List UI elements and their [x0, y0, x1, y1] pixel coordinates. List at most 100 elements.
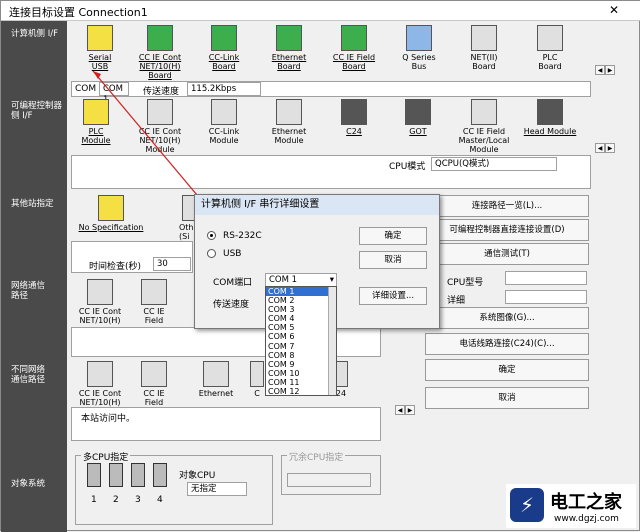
plc-scroll-left-icon[interactable]: ◀: [595, 143, 605, 153]
usb-radio[interactable]: [207, 249, 216, 258]
com-port-select[interactable]: COM 1 ▾: [265, 273, 337, 287]
close-icon[interactable]: ✕: [597, 1, 631, 19]
com-option[interactable]: COM 12: [266, 387, 336, 396]
cpu-2-icon[interactable]: [109, 463, 123, 487]
brand-logo-icon: ⚡: [510, 488, 544, 522]
net-cc-ie-field-icon: [141, 279, 167, 305]
device-cc-link-board[interactable]: CC-Link Board: [195, 25, 253, 71]
ok-button[interactable]: 确定: [425, 359, 589, 381]
device-c24[interactable]: C24: [325, 99, 383, 136]
diff-scroll-right-icon[interactable]: ▶: [405, 405, 415, 415]
brand-url: www.dgzj.com: [554, 514, 619, 524]
com-option[interactable]: COM 6: [266, 332, 336, 341]
diff-cc-ie-cont-icon: [87, 361, 113, 387]
device-net-cc-ie-field[interactable]: CC IE Field: [125, 279, 183, 325]
device-net-cc-ie-cont[interactable]: CC IE Cont NET/10(H): [71, 279, 129, 325]
net-ii-board-icon: [471, 25, 497, 51]
cpu-4-icon[interactable]: [153, 463, 167, 487]
detail-label: 详细: [447, 296, 466, 306]
cc-ie-field-master-icon: [471, 99, 497, 125]
comm-test-button[interactable]: 通信测试(T): [425, 243, 589, 265]
pc-port-label: COM: [75, 84, 97, 94]
diff-cc-ie-field-icon: [141, 361, 167, 387]
redundant-select: [287, 473, 371, 487]
cancel-button[interactable]: 取消: [425, 387, 589, 409]
device-net-ii-board[interactable]: NET(II) Board: [455, 25, 513, 71]
device-plc-board[interactable]: PLC Board: [521, 25, 579, 71]
pc-scroll-left-icon[interactable]: ◀: [595, 65, 605, 75]
cc-link-board-icon: [211, 25, 237, 51]
plc-board-icon: [537, 25, 563, 51]
com-option[interactable]: COM 8: [266, 351, 336, 360]
cpu-mode-value[interactable]: QCPU(Q模式): [431, 157, 557, 171]
cpu-3-label: 3: [135, 495, 141, 505]
com-option[interactable]: COM 1: [266, 287, 336, 297]
pc-speed-value: 115.2Kbps: [187, 82, 261, 96]
dialog-cancel-button[interactable]: 取消: [359, 251, 427, 269]
timeout-input[interactable]: 30: [153, 257, 191, 271]
device-serial-usb[interactable]: Serial USB: [71, 25, 129, 71]
dialog-ok-button[interactable]: 确定: [359, 227, 427, 245]
dropdown-scrollbar[interactable]: [328, 287, 336, 395]
com-option[interactable]: COM 5: [266, 323, 336, 332]
device-no-specification[interactable]: No Specification: [71, 195, 151, 232]
device-q-series-bus[interactable]: Q Series Bus: [390, 25, 448, 71]
com-option[interactable]: COM 7: [266, 342, 336, 351]
plc-device-row: PLC Module CC IE Cont NET/10(H) Module C…: [71, 99, 591, 155]
detail-field: [505, 290, 587, 304]
left-nav: 计算机侧 I/F 可编程控制器侧 I/F 其他站指定 网络通信路径 不同网络通信…: [1, 21, 67, 532]
com-option[interactable]: COM 10: [266, 369, 336, 378]
device-diff-c[interactable]: C: [247, 361, 267, 398]
device-cc-ie-field-master[interactable]: CC IE Field Master/Local Module: [455, 99, 513, 154]
cpu-4-label: 4: [157, 495, 163, 505]
status-text: 本站访问中。: [81, 414, 136, 424]
device-cc-ie-field-board[interactable]: CC IE Field Board: [325, 25, 383, 71]
q-series-bus-icon: [406, 25, 432, 51]
com-option[interactable]: COM 9: [266, 360, 336, 369]
device-cc-ie-cont-board[interactable]: CC IE Cont NET/10(H) Board: [131, 25, 189, 80]
cc-link-module-icon: [211, 99, 237, 125]
window-title: 连接目标设置 Connection1: [9, 6, 148, 19]
nav-target-system: 对象系统: [11, 479, 46, 489]
timeout-label: 时间检查(秒): [89, 262, 142, 272]
phone-line-button[interactable]: 电话线路连接(C24)(C)...: [425, 333, 589, 355]
dialog-title: 计算机侧 I/F 串行详细设置: [195, 195, 439, 215]
serial-usb-icon: [87, 25, 113, 51]
target-cpu-label: 对象CPU: [179, 471, 216, 481]
com-option[interactable]: COM 2: [266, 296, 336, 305]
com-option[interactable]: COM 4: [266, 314, 336, 323]
detail-settings-button[interactable]: 详细设置...: [359, 287, 427, 305]
com-port-label: COM端口: [213, 278, 253, 288]
system-image-button[interactable]: 系统图像(G)...: [425, 307, 589, 329]
device-cc-ie-cont-module[interactable]: CC IE Cont NET/10(H) Module: [131, 99, 189, 154]
device-diff-ethernet[interactable]: Ethernet: [187, 361, 245, 398]
com-option[interactable]: COM 11: [266, 378, 336, 387]
cpu-1-icon[interactable]: [87, 463, 101, 487]
cpu-3-icon[interactable]: [131, 463, 145, 487]
c24-icon: [341, 99, 367, 125]
plc-scroll-right-icon[interactable]: ▶: [605, 143, 615, 153]
device-got[interactable]: GOT: [389, 99, 447, 136]
nav-network-route: 网络通信路径: [11, 281, 46, 301]
device-ethernet-module[interactable]: Ethernet Module: [260, 99, 318, 145]
diff-scroll-left-icon[interactable]: ◀: [395, 405, 405, 415]
no-spec-icon: [98, 195, 124, 221]
device-ethernet-board[interactable]: Ethernet Board: [260, 25, 318, 71]
direct-connect-button[interactable]: 可编程控制器直接连接设置(D): [425, 219, 589, 241]
diff-c-icon: [250, 361, 264, 387]
rs232-radio[interactable]: [207, 231, 216, 240]
device-diff-cc-ie-field[interactable]: CC IE Field: [125, 361, 183, 407]
device-diff-cc-ie-cont[interactable]: CC IE Cont NET/10(H): [71, 361, 129, 407]
usb-label: USB: [223, 249, 242, 259]
com-option[interactable]: COM 3: [266, 305, 336, 314]
device-cc-link-module[interactable]: CC-Link Module: [195, 99, 253, 145]
route-list-button[interactable]: 连接路径一览(L)...: [425, 195, 589, 217]
device-plc-module[interactable]: PLC Module: [67, 99, 125, 145]
nav-other-station: 其他站指定: [11, 199, 54, 209]
cc-ie-cont-module-icon: [147, 99, 173, 125]
nav-pc-if: 计算机侧 I/F: [11, 29, 58, 39]
pc-scroll-right-icon[interactable]: ▶: [605, 65, 615, 75]
speed-label: 传送速度: [213, 300, 250, 310]
device-head-module[interactable]: Head Module: [521, 99, 579, 136]
connection-window: 连接目标设置 Connection1 ✕ 计算机侧 I/F 可编程控制器侧 I/…: [0, 0, 640, 532]
